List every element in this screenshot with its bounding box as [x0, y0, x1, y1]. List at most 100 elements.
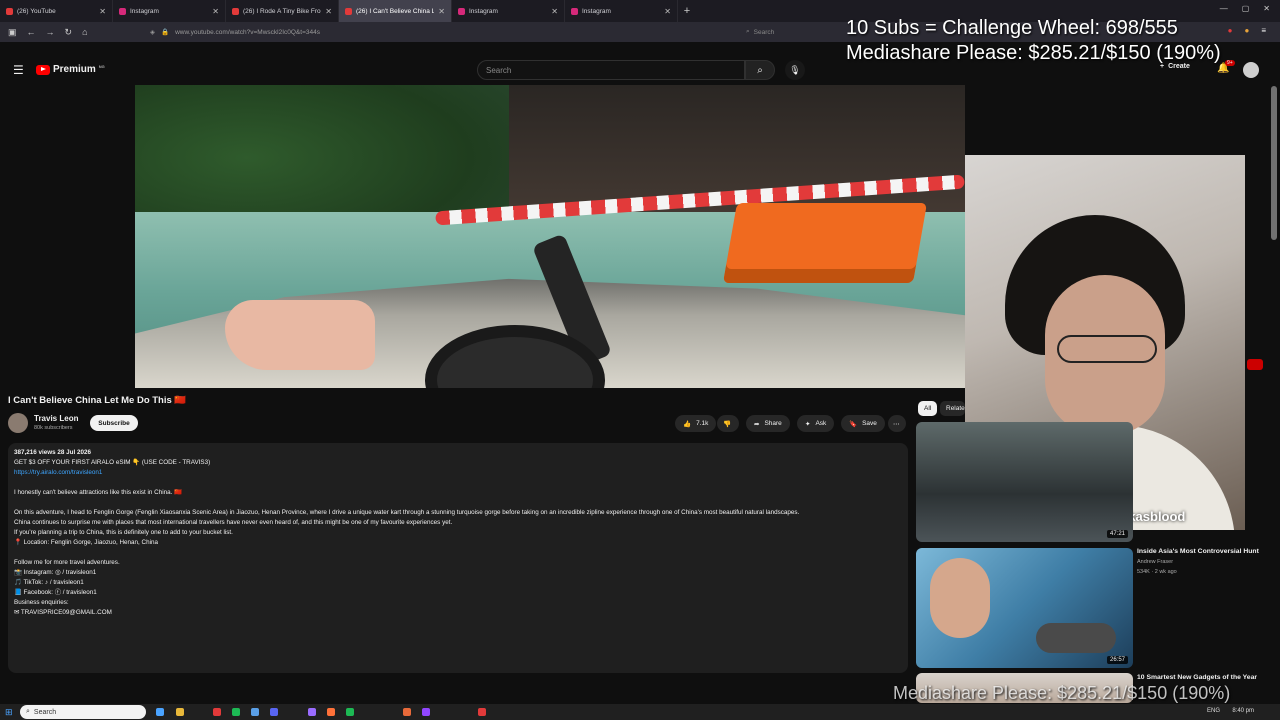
channel-name[interactable]: Travis Leon [34, 414, 78, 423]
account-avatar[interactable] [1243, 62, 1259, 78]
app-icon[interactable] [403, 708, 411, 716]
tab-close-icon[interactable]: ✕ [438, 7, 445, 16]
voice-search-button[interactable]: 🎙 [785, 60, 805, 80]
tab-close-icon[interactable]: ✕ [664, 7, 671, 16]
taskbar-clock[interactable]: 8:40 pm [1232, 708, 1254, 714]
discord-icon[interactable] [270, 708, 278, 716]
related-video-thumbnail[interactable]: 26:57 [916, 548, 1133, 668]
lock-icon: 🔒 [161, 29, 170, 36]
twitch-icon[interactable] [422, 708, 430, 716]
dislike-button[interactable]: 👎 [717, 415, 739, 432]
description-link[interactable]: https://try.airalo.com/travisleon1 [14, 468, 902, 478]
extension-icon[interactable]: ● [1244, 26, 1249, 35]
share-button[interactable]: ➦ Share [746, 415, 790, 432]
maximize-icon[interactable]: ▢ [1242, 4, 1250, 13]
challenge-wheel-overlay: 10 Subs = Challenge Wheel: 698/555 [846, 17, 1178, 39]
logo-badge: NG [98, 64, 105, 69]
app-icon[interactable] [308, 708, 316, 716]
browser-tab[interactable]: (26) I Can't Believe China Let M✕ [339, 0, 452, 22]
floating-youtube-icon[interactable] [1247, 359, 1263, 370]
minimize-icon[interactable]: — [1220, 4, 1228, 13]
taskbar-search[interactable]: ⌕ Search [20, 705, 146, 719]
menu-icon[interactable]: ≡ [1261, 26, 1266, 35]
browser-tab[interactable]: Instagram ✕ [113, 0, 226, 22]
description-line: 📸 Instagram: ◎ / travisleon1 [14, 569, 97, 576]
tab-favicon-icon [345, 7, 352, 15]
mediashare-overlay: Mediashare Please: $285.21/$150 (190%) [846, 42, 1221, 64]
tab-close-icon[interactable]: ✕ [325, 7, 332, 16]
tab-favicon-icon [232, 7, 239, 15]
video-player[interactable] [135, 85, 965, 388]
save-button[interactable]: 🔖 Save [841, 415, 885, 432]
youtube-logo[interactable]: Premium NG [36, 64, 105, 75]
channel-avatar[interactable] [8, 413, 28, 433]
video-description[interactable]: 387,216 views 28 Jul 2026 GET $3 OFF YOU… [8, 443, 908, 673]
bookmark-icon: 🔖 [849, 420, 858, 428]
chip-related[interactable]: Relate [940, 401, 965, 416]
app-icon[interactable] [346, 708, 354, 716]
language-indicator[interactable]: ENG [1207, 708, 1220, 714]
new-tab-button[interactable]: + [678, 5, 696, 17]
task-view-icon[interactable] [156, 708, 164, 716]
address-bar[interactable]: ◈ 🔒 www.youtube.com/watch?v=Mwsckl2Ic0Q&… [150, 25, 740, 39]
browser-tab[interactable]: Instagram ✕ [565, 0, 678, 22]
browser-search-box[interactable]: ⌕ Search [746, 25, 846, 39]
extension-icon[interactable]: ● [1228, 26, 1233, 35]
tab-close-icon[interactable]: ✕ [212, 7, 219, 16]
subscribe-button[interactable]: Subscribe [90, 415, 138, 431]
tab-favicon-icon [571, 7, 578, 15]
tab-list: (26) YouTube ✕ Instagram ✕ (26) I Rode A Tin… [0, 0, 678, 22]
like-button[interactable]: 👍 7.1k [675, 415, 717, 432]
tab-favicon-icon [6, 7, 13, 15]
tab-title: Instagram [469, 7, 498, 15]
app-icon[interactable] [213, 708, 221, 716]
app-icon[interactable] [478, 708, 486, 716]
home-icon[interactable]: ⌂ [82, 27, 87, 37]
close-icon[interactable]: ✕ [1263, 4, 1270, 13]
app-icon[interactable] [251, 708, 259, 716]
mediashare-overlay-bottom: Mediashare Please: $285.21/$150 (190%) [893, 683, 1231, 703]
ask-label: Ask [815, 420, 827, 427]
related-video-title[interactable]: Inside Asia's Most Controversial Hunt [1137, 548, 1277, 555]
description-line: GET $3 OFF YOUR FIRST AIRALO eSIM 👇 (USE… [14, 459, 211, 466]
hamburger-menu-icon[interactable]: ☰ [13, 63, 24, 77]
view-count-date: 387,216 views 28 Jul 2026 [14, 449, 92, 456]
page-scrollbar[interactable] [1271, 86, 1277, 240]
tab-title: (26) I Can't Believe China Let M [356, 7, 435, 15]
tab-title: Instagram [130, 7, 159, 15]
more-actions-button[interactable]: ⋯ [888, 415, 906, 432]
thumbs-up-icon: 👍 [683, 420, 692, 428]
search-icon: ⌕ [26, 708, 30, 715]
forward-icon[interactable]: → [46, 27, 55, 37]
video-title: I Can't Believe China Let Me Do This 🇨🇳 [8, 395, 187, 406]
spotify-icon[interactable] [232, 708, 240, 716]
file-explorer-icon[interactable] [176, 708, 184, 716]
chip-all[interactable]: All [918, 401, 938, 416]
video-frame-kart [722, 203, 928, 283]
search-icon: ⌕ [757, 64, 763, 76]
browser-tab[interactable]: (26) I Rode A Tiny Bike From Th ✕ [226, 0, 339, 22]
back-icon[interactable]: ← [27, 27, 36, 37]
related-video-thumbnail[interactable]: 47:21 [916, 422, 1133, 542]
browser-tab[interactable]: Instagram ✕ [452, 0, 565, 22]
microphone-icon: 🎙 [789, 64, 801, 75]
tab-close-icon[interactable]: ✕ [551, 7, 558, 16]
description-line: Follow me for more travel adventures. [14, 559, 120, 566]
tab-close-icon[interactable]: ✕ [99, 7, 106, 16]
share-label: Share [764, 420, 782, 427]
reload-icon[interactable]: ↻ [65, 27, 73, 38]
search-button[interactable]: ⌕ [745, 60, 775, 80]
related-video-channel[interactable]: Andrew Fraser [1137, 559, 1173, 565]
tab-title: (26) YouTube [17, 7, 56, 15]
description-line [14, 478, 902, 488]
browser-tab[interactable]: (26) YouTube ✕ [0, 0, 113, 22]
video-duration: 26:57 [1106, 656, 1128, 664]
firefox-icon[interactable] [327, 708, 335, 716]
search-input[interactable]: Search [477, 60, 745, 80]
related-video-title[interactable]: 10 Smartest New Gadgets of the Year [1137, 674, 1277, 681]
sidebar-toggle-icon[interactable]: ▣ [8, 27, 17, 38]
description-line: 📘 Facebook: ⓕ / travisleon1 [14, 589, 97, 596]
windows-start-icon[interactable]: ⊞ [5, 707, 13, 718]
description-line: If you're planning a trip to China, this… [14, 529, 233, 536]
ask-button[interactable]: ✦ Ask [797, 415, 835, 432]
